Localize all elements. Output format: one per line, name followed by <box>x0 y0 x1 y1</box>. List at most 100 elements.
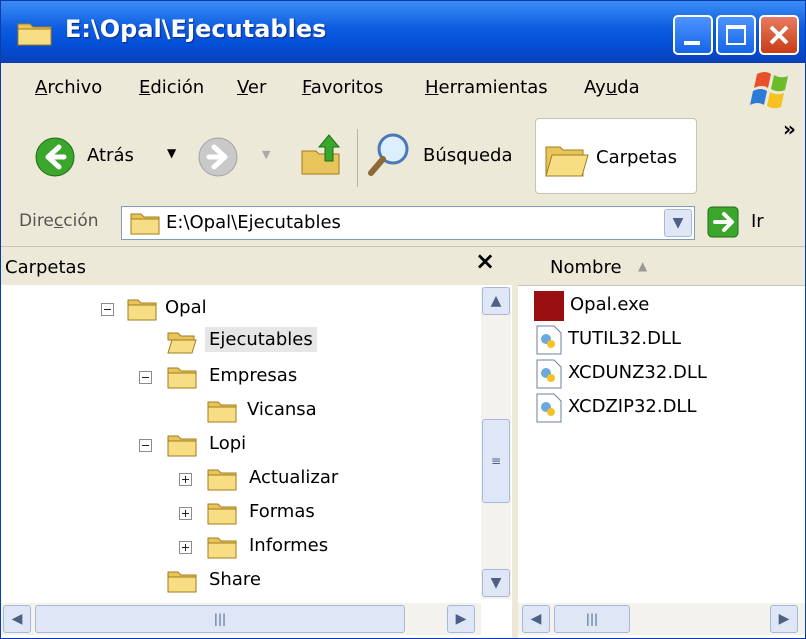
scroll-left-button[interactable]: ◀ <box>522 605 550 633</box>
folder-up-icon <box>301 134 341 175</box>
folder-icon <box>207 401 237 423</box>
windows-logo-icon <box>747 64 799 114</box>
tree-item-label: Formas <box>249 501 315 522</box>
file-name: Opal.exe <box>570 294 650 315</box>
scroll-up-button[interactable]: ▲ <box>482 287 510 315</box>
menu-archivo[interactable]: Archivo <box>35 77 102 98</box>
search-label: Búsqueda <box>423 145 513 166</box>
folder-icon <box>127 299 157 321</box>
close-icon <box>769 25 789 45</box>
files-pane: Nombre ▲ Opal.exe TUTIL32.DLL XCDUNZ32.D… <box>518 247 805 638</box>
folders-horizontal-scrollbar[interactable]: ◀ ||| ▶ <box>1 603 481 635</box>
expand-icon[interactable] <box>179 473 192 486</box>
explorer-window: E:\Opal\Ejecutables Archivo Edición Ver … <box>0 0 806 639</box>
minimize-icon <box>684 41 700 45</box>
search-icon <box>368 133 409 176</box>
menu-ver[interactable]: Ver <box>237 77 266 98</box>
grip-icon: ||| <box>213 612 227 626</box>
toolbar-separator <box>357 129 358 187</box>
chevron-right-icon: ▶ <box>778 611 790 627</box>
address-input[interactable]: E:\Opal\Ejecutables ▼ <box>121 206 695 240</box>
go-arrow-icon <box>707 206 739 238</box>
folders-pane-header: Carpetas × <box>1 247 512 285</box>
maximize-icon <box>726 25 746 45</box>
collapse-icon[interactable] <box>139 371 152 384</box>
address-dropdown-button[interactable]: ▼ <box>664 209 692 237</box>
menu-favoritos[interactable]: Favoritos <box>302 77 383 98</box>
tree-item-label: Empresas <box>209 365 298 386</box>
tree-item-label: Vicansa <box>247 399 317 420</box>
standard-toolbar: Atrás ▼ ▼ Búsqueda Carpetas » <box>1 115 805 202</box>
column-header-label: Nombre <box>550 257 622 278</box>
expand-icon[interactable] <box>179 507 192 520</box>
exe-icon <box>534 291 564 321</box>
menu-herramientas[interactable]: Herramientas <box>425 77 548 98</box>
title-bar[interactable]: E:\Opal\Ejecutables <box>1 1 805 63</box>
folders-button[interactable]: Carpetas <box>535 118 697 194</box>
menu-edicion[interactable]: Edición <box>139 77 204 98</box>
chevron-right-icon: ▶ <box>455 611 467 627</box>
back-button[interactable]: Atrás ▼ <box>35 135 185 179</box>
dll-icon <box>536 359 562 389</box>
folders-label: Carpetas <box>596 147 677 168</box>
scroll-right-button[interactable]: ▶ <box>770 605 798 633</box>
grip-icon: ≡ <box>490 454 502 468</box>
open-folder-icon <box>167 332 197 354</box>
go-button[interactable]: Ir <box>707 206 783 240</box>
dll-icon <box>536 393 562 423</box>
column-header-name[interactable]: Nombre ▲ <box>518 247 805 286</box>
chevron-left-icon: ◀ <box>11 611 23 627</box>
folders-pane: Carpetas × Opal Ejecutables Empresas Vic… <box>1 247 516 638</box>
collapse-icon[interactable] <box>139 439 152 452</box>
tree-item-label: Actualizar <box>249 467 339 488</box>
back-label: Atrás <box>87 145 134 166</box>
files-horizontal-scrollbar[interactable]: ◀ ||| ▶ <box>518 603 805 635</box>
tree-item-label: Informes <box>249 535 329 556</box>
forward-arrow-icon <box>198 137 238 177</box>
folders-pane-title: Carpetas <box>5 257 86 278</box>
toolbar-overflow-button[interactable]: » <box>783 117 796 141</box>
scroll-thumb[interactable]: ≡ <box>482 419 510 503</box>
folders-icon <box>545 146 589 177</box>
address-label: Dirección <box>19 211 99 231</box>
chevron-down-icon: ▼ <box>490 575 502 591</box>
scroll-thumb[interactable]: ||| <box>35 605 405 633</box>
back-dropdown-icon[interactable]: ▼ <box>167 146 176 160</box>
scroll-right-button[interactable]: ▶ <box>447 605 475 633</box>
window-title: E:\Opal\Ejecutables <box>65 15 327 43</box>
chevron-down-icon: ▼ <box>672 215 684 231</box>
scroll-left-button[interactable]: ◀ <box>3 605 31 633</box>
scroll-down-button[interactable]: ▼ <box>482 569 510 597</box>
folder-icon <box>167 571 197 593</box>
collapse-icon[interactable] <box>101 303 114 316</box>
tree-item-label: Ejecutables <box>205 327 317 352</box>
forward-button[interactable]: ▼ <box>198 135 278 179</box>
up-folder-button[interactable] <box>299 131 345 179</box>
folder-icon <box>207 503 237 525</box>
file-name: XCDUNZ32.DLL <box>568 362 707 383</box>
folder-icon <box>167 435 197 457</box>
chevron-up-icon: ▲ <box>490 293 502 309</box>
go-label: Ir <box>751 211 764 232</box>
maximize-button[interactable] <box>716 15 756 55</box>
tree-item-label: Lopi <box>209 433 247 454</box>
grip-icon: ||| <box>585 612 599 626</box>
menu-bar: Archivo Edición Ver Favoritos Herramient… <box>1 63 805 116</box>
tree-item-label: Opal <box>165 297 207 318</box>
address-value: E:\Opal\Ejecutables <box>166 212 341 233</box>
folder-icon <box>207 537 237 559</box>
back-arrow-icon <box>35 137 75 177</box>
close-pane-button[interactable]: × <box>475 247 495 275</box>
search-button[interactable]: Búsqueda <box>367 131 527 181</box>
menu-ayuda[interactable]: Ayuda <box>584 77 640 98</box>
folders-vertical-scrollbar[interactable]: ▲ ≡ ▼ <box>481 287 511 599</box>
close-window-button[interactable] <box>759 15 799 55</box>
scroll-thumb[interactable]: ||| <box>554 605 630 633</box>
dll-icon <box>536 325 562 355</box>
folder-icon <box>17 23 52 46</box>
address-bar: Dirección E:\Opal\Ejecutables ▼ Ir <box>1 201 805 247</box>
forward-dropdown-icon[interactable]: ▼ <box>262 148 270 161</box>
minimize-button[interactable] <box>673 15 713 55</box>
expand-icon[interactable] <box>179 541 192 554</box>
folder-icon <box>207 469 237 491</box>
